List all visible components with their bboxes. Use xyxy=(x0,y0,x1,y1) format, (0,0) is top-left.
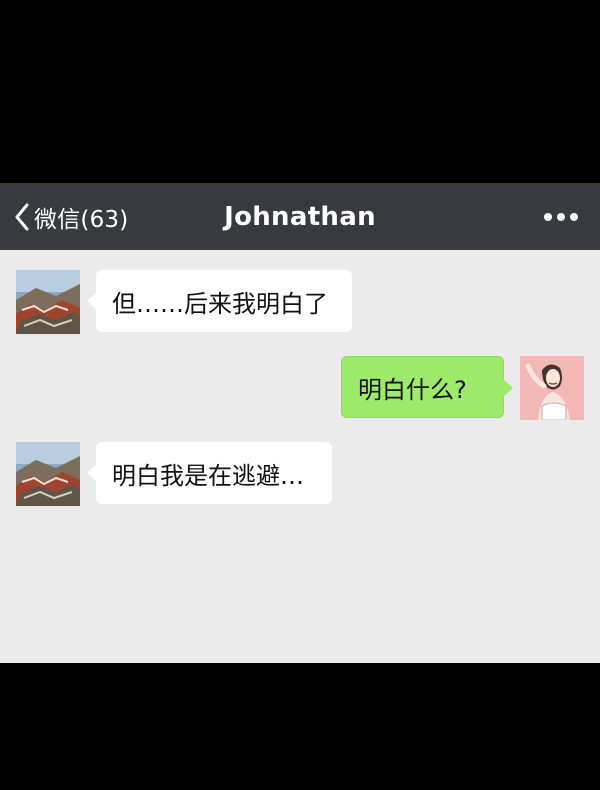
message-text: 明白我是在逃避… xyxy=(112,461,304,490)
message-text: 明白什么? xyxy=(358,375,467,404)
chat-title: Johnathan xyxy=(224,201,376,232)
user-avatar[interactable] xyxy=(520,356,584,420)
message-bubble-outgoing[interactable]: 明白什么? xyxy=(341,356,513,418)
more-dots-icon xyxy=(544,212,552,221)
message-bubble-incoming[interactable]: 明白我是在逃避… xyxy=(87,442,332,504)
contact-avatar[interactable] xyxy=(16,270,80,334)
message-text: 但……后来我明白了 xyxy=(112,289,328,318)
chat-screen: 微信(63) Johnathan 但……后来我明白了 明白什么? 明白我是在逃避… xyxy=(0,183,600,663)
contact-avatar[interactable] xyxy=(16,442,80,506)
more-button[interactable] xyxy=(544,183,578,250)
navigation-bar: 微信(63) Johnathan xyxy=(0,183,600,250)
message-bubble-incoming[interactable]: 但……后来我明白了 xyxy=(87,270,352,332)
